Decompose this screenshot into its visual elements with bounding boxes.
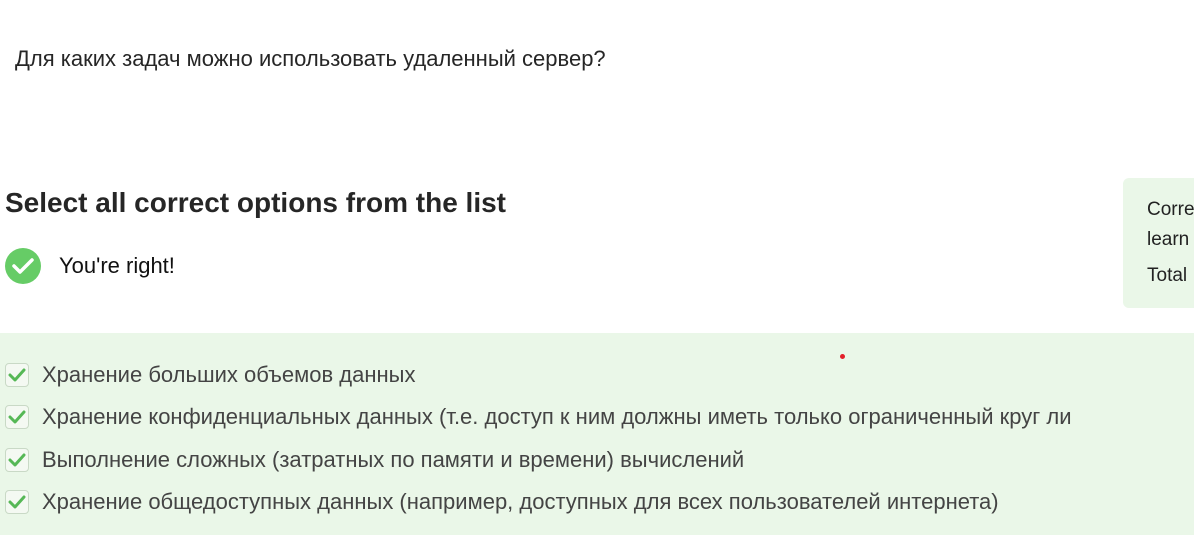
result-status: You're right! xyxy=(5,248,175,284)
result-message: You're right! xyxy=(59,253,175,278)
option-label: Выполнение сложных (затратных по памяти … xyxy=(42,447,745,472)
checkbox-checked-icon[interactable] xyxy=(5,490,29,514)
option-label: Хранение общедоступных данных (например,… xyxy=(42,489,999,514)
quiz-page: Для каких задач можно использовать удале… xyxy=(0,0,1194,535)
options-list: Хранение больших объемов данных Хранение… xyxy=(0,333,1194,535)
instruction-heading: Select all correct options from the list xyxy=(5,187,507,218)
check-circle-icon xyxy=(5,248,41,284)
score-panel: Corre learn Total xyxy=(1123,178,1194,308)
option-item[interactable]: Хранение конфиденциальных данных (т.е. д… xyxy=(5,403,1072,431)
option-label: Хранение конфиденциальных данных (т.е. д… xyxy=(42,404,1072,429)
option-item[interactable]: Выполнение сложных (затратных по памяти … xyxy=(5,446,744,474)
score-panel-line-correct: Corre xyxy=(1147,199,1194,220)
cursor-dot-marker xyxy=(840,354,845,359)
checkbox-checked-icon[interactable] xyxy=(5,363,29,387)
question-text: Для каких задач можно использовать удале… xyxy=(15,46,606,71)
option-item[interactable]: Хранение общедоступных данных (например,… xyxy=(5,488,999,516)
score-panel-line-learn: learn xyxy=(1147,229,1190,250)
option-item[interactable]: Хранение больших объемов данных xyxy=(5,361,415,389)
option-label: Хранение больших объемов данных xyxy=(42,362,416,387)
checkbox-checked-icon[interactable] xyxy=(5,448,29,472)
checkbox-checked-icon[interactable] xyxy=(5,405,29,429)
score-panel-line-total: Total xyxy=(1147,265,1188,286)
